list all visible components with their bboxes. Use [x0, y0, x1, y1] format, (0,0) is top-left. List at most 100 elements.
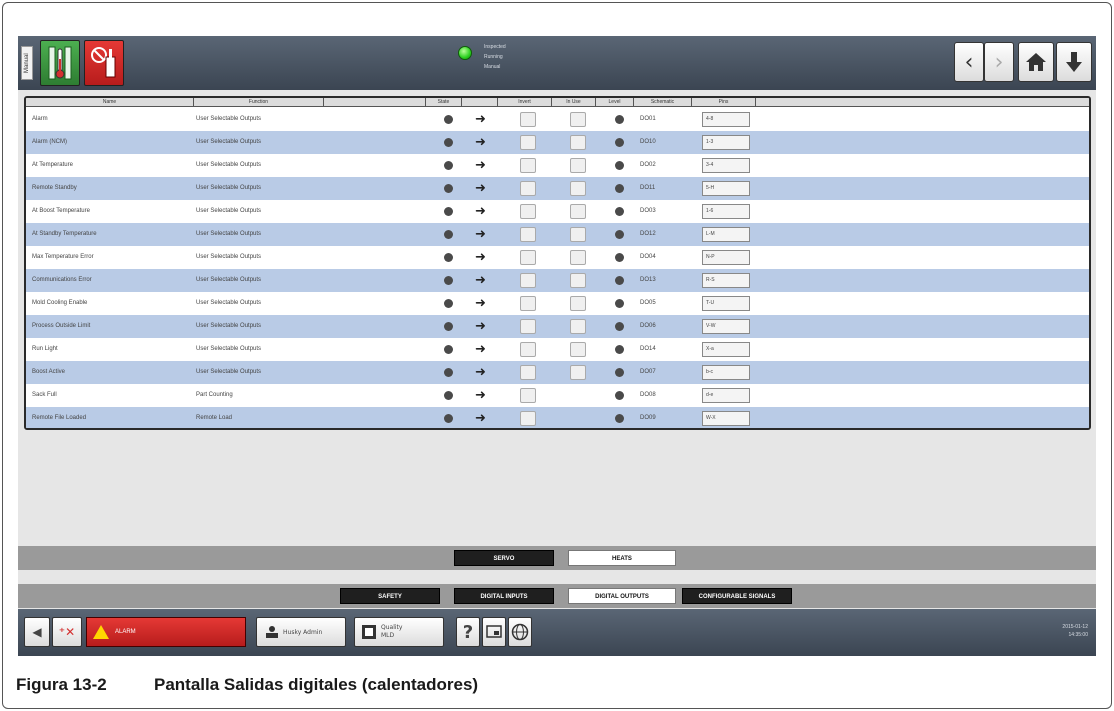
invert-checkbox[interactable]	[520, 273, 536, 288]
in-use-checkbox[interactable]	[570, 250, 586, 265]
help-button[interactable]: ?	[456, 617, 480, 647]
invert-checkbox[interactable]	[520, 204, 536, 219]
state-indicator-icon	[444, 299, 453, 308]
clock: 2015-01-12 14:35:00	[1062, 623, 1088, 639]
tab-safety[interactable]: SAFETY	[340, 588, 440, 604]
pins-field[interactable]: 1-3	[702, 135, 750, 150]
output-function: User Selectable Outputs	[196, 277, 262, 283]
tab-heats[interactable]: HEATS	[568, 550, 676, 566]
invert-checkbox[interactable]	[520, 319, 536, 334]
invert-checkbox[interactable]	[520, 112, 536, 127]
pins-field[interactable]: d-e	[702, 388, 750, 403]
heats-button[interactable]	[40, 40, 80, 86]
digital-outputs-table: Name Function State Invert In Use Level …	[24, 96, 1091, 430]
pins-field[interactable]: N-P	[702, 250, 750, 265]
in-use-checkbox[interactable]	[570, 365, 586, 380]
heats-off-button[interactable]	[84, 40, 124, 86]
pins-field[interactable]: X-a	[702, 342, 750, 357]
pins-field[interactable]: 3-4	[702, 158, 750, 173]
invert-checkbox[interactable]	[520, 365, 536, 380]
pins-field[interactable]: 5-H	[702, 181, 750, 196]
invert-checkbox[interactable]	[520, 342, 536, 357]
level-indicator-icon	[615, 345, 624, 354]
output-name: Communications Error	[32, 277, 92, 283]
state-indicator-icon	[444, 115, 453, 124]
schematic-ref: DO13	[640, 277, 656, 283]
output-name: At Boost Temperature	[32, 208, 90, 214]
language-button[interactable]	[508, 617, 532, 647]
home-icon	[1026, 53, 1046, 71]
in-use-checkbox[interactable]	[570, 112, 586, 127]
invert-checkbox[interactable]	[520, 181, 536, 196]
download-button[interactable]	[1056, 42, 1092, 82]
output-function: User Selectable Outputs	[196, 139, 262, 145]
arrow-right-icon: ➜	[475, 227, 486, 242]
in-use-checkbox[interactable]	[570, 273, 586, 288]
output-function: User Selectable Outputs	[196, 254, 262, 260]
schematic-ref: DO07	[640, 369, 656, 375]
invert-checkbox[interactable]	[520, 388, 536, 403]
tab-configurable-signals[interactable]: CONFIGURABLE SIGNALS	[682, 588, 792, 604]
invert-checkbox[interactable]	[520, 250, 536, 265]
table-row: At Boost Temperature User Selectable Outp…	[26, 200, 1089, 223]
col-in-use: In Use	[552, 98, 596, 107]
level-indicator-icon	[615, 391, 624, 400]
back-button[interactable]: ‹	[954, 42, 984, 82]
level-indicator-icon	[615, 276, 624, 285]
pins-field[interactable]: W-X	[702, 411, 750, 426]
in-use-checkbox[interactable]	[570, 135, 586, 150]
speaker-icon: ◀	[32, 625, 42, 639]
alarm-text: ALARM	[115, 629, 136, 635]
user-button[interactable]: Husky Admin	[256, 617, 346, 647]
home-button[interactable]	[1018, 42, 1054, 82]
level-indicator-icon	[615, 161, 624, 170]
schematic-ref: DO01	[640, 116, 656, 122]
forward-button[interactable]: ›	[984, 42, 1014, 82]
table-row: Process Outside Limit User Selectable Out…	[26, 315, 1089, 338]
mold-button[interactable]: Quality MLD	[354, 617, 444, 647]
in-use-checkbox[interactable]	[570, 227, 586, 242]
mold-sub-label: MLD	[381, 632, 395, 639]
level-indicator-icon	[615, 115, 624, 124]
arrow-right-icon: ➜	[475, 296, 486, 311]
pins-field[interactable]: R-S	[702, 273, 750, 288]
pins-field[interactable]: T-U	[702, 296, 750, 311]
tab-digital-outputs[interactable]: DIGITAL OUTPUTS	[568, 588, 676, 604]
clock-time: 14:35:00	[1068, 632, 1088, 638]
state-indicator-icon	[444, 345, 453, 354]
pins-field[interactable]: b-c	[702, 365, 750, 380]
clock-date: 2015-01-12	[1062, 624, 1088, 630]
screenshot-button[interactable]	[482, 617, 506, 647]
in-use-checkbox[interactable]	[570, 296, 586, 311]
pins-field[interactable]: V-W	[702, 319, 750, 334]
invert-checkbox[interactable]	[520, 158, 536, 173]
col-pins: Pins	[692, 98, 756, 107]
invert-checkbox[interactable]	[520, 135, 536, 150]
invert-checkbox[interactable]	[520, 411, 536, 426]
in-use-checkbox[interactable]	[570, 158, 586, 173]
alarm-banner[interactable]: ALARM	[86, 617, 246, 647]
invert-checkbox[interactable]	[520, 296, 536, 311]
state-indicator-icon	[444, 161, 453, 170]
arrow-down-icon	[1066, 52, 1082, 72]
in-use-checkbox[interactable]	[570, 204, 586, 219]
in-use-checkbox[interactable]	[570, 181, 586, 196]
table-row: At Temperature User Selectable Outputs ➜ DO…	[26, 154, 1089, 177]
output-name: At Temperature	[32, 162, 73, 168]
sound-button[interactable]: ◀	[24, 617, 50, 647]
level-indicator-icon	[615, 253, 624, 262]
arrow-right-icon: ➜	[475, 273, 486, 288]
tab-servo[interactable]: SERVO	[454, 550, 554, 566]
in-use-checkbox[interactable]	[570, 342, 586, 357]
invert-checkbox[interactable]	[520, 227, 536, 242]
tab-digital-inputs[interactable]: DIGITAL INPUTS	[454, 588, 554, 604]
state-indicator-icon	[444, 207, 453, 216]
col-state: State	[426, 98, 462, 107]
io-tab-bar: SAFETY DIGITAL INPUTS DIGITAL OUTPUTS CO…	[18, 584, 1096, 608]
pins-field[interactable]: 4-8	[702, 112, 750, 127]
in-use-checkbox[interactable]	[570, 319, 586, 334]
output-function: User Selectable Outputs	[196, 346, 262, 352]
pins-field[interactable]: 1-6	[702, 204, 750, 219]
alarm-reset-button[interactable]: ⁺✕	[52, 617, 82, 647]
pins-field[interactable]: L-M	[702, 227, 750, 242]
